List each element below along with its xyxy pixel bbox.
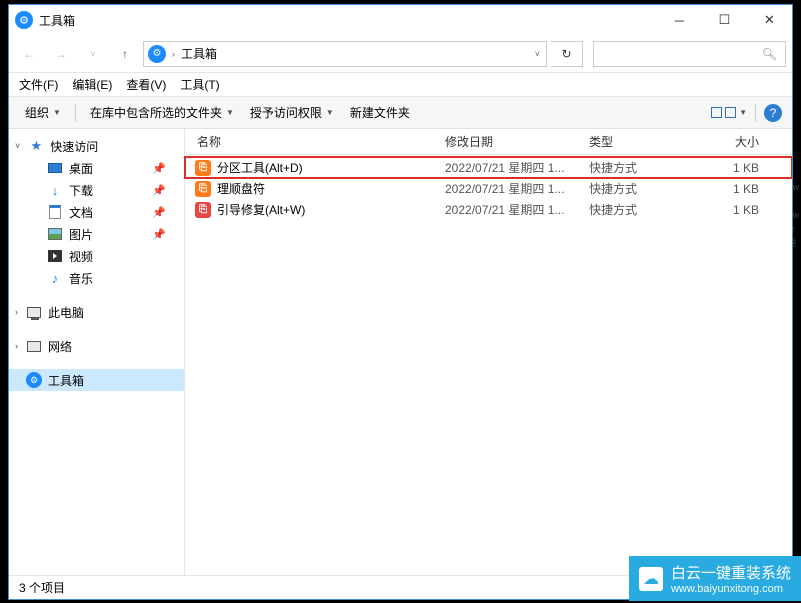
expand-icon[interactable]: › [15, 307, 18, 317]
toolbar: 组织 ▼ 在库中包含所选的文件夹 ▼ 授予访问权限 ▼ 新建文件夹 ▼ ? [9, 97, 792, 129]
watermark-text: 白云一键重装系统 [671, 562, 791, 583]
file-type: 快捷方式 [589, 159, 697, 176]
desktop-icon [47, 160, 63, 176]
chevron-down-icon[interactable]: ˅ [533, 49, 542, 59]
file-row[interactable]: ⎘ 引导修复(Alt+W) 2022/07/21 星期四 1...快捷方式1 KB [185, 199, 792, 220]
file-icon: ⎘ [195, 160, 211, 176]
sidebar-desktop[interactable]: 桌面 📌 [9, 157, 184, 179]
file-row[interactable]: ⎘ 分区工具(Alt+D) 2022/07/21 星期四 1...快捷方式1 KB [185, 157, 792, 178]
watermark-icon: ☁ [639, 567, 663, 591]
file-name: 分区工具(Alt+D) [217, 159, 303, 176]
file-icon: ⎘ [195, 181, 211, 197]
menu-file[interactable]: 文件(F) [19, 76, 58, 93]
document-icon [47, 204, 63, 220]
video-icon [47, 248, 63, 264]
close-button[interactable]: ✕ [747, 6, 792, 35]
view-options-button[interactable]: ▼ [711, 107, 747, 118]
back-button[interactable]: ← [15, 40, 43, 68]
nav-bar: ← → ˅ ↑ ⚙ › 工具箱 ˅ ↻ 🔍︎ [9, 35, 792, 73]
nav-sidebar: ˅ ★ 快速访问 桌面 📌 ↓ 下载 📌 文档 📌 图片 [9, 129, 185, 575]
file-area: 名称 修改日期 类型 大小 ⎘ 分区工具(Alt+D) 2022/07/21 星期四… [185, 129, 792, 575]
pin-icon: 📌 [152, 206, 166, 219]
organize-button[interactable]: 组织 ▼ [19, 97, 67, 128]
expand-icon[interactable]: ˅ [15, 141, 20, 151]
pin-icon: 📌 [152, 162, 166, 175]
sidebar-toolbox[interactable]: › ⚙ 工具箱 [9, 369, 184, 391]
up-button[interactable]: ↑ [111, 40, 139, 68]
refresh-button[interactable]: ↻ [551, 41, 583, 67]
pin-icon: 📌 [152, 228, 166, 241]
access-button[interactable]: 授予访问权限 ▼ [244, 97, 340, 128]
chevron-right-icon: › [170, 49, 177, 59]
watermark-url: www.baiyunxitong.com [671, 583, 791, 595]
file-icon: ⎘ [195, 202, 211, 218]
file-list[interactable]: ⎘分区工具(Alt+D)2022/07/21 星期四 1...快捷方式1 KB⎘… [185, 155, 792, 575]
sidebar-network[interactable]: › 网络 [9, 335, 184, 357]
window-title: 工具箱 [39, 12, 75, 29]
music-icon: ♪ [47, 270, 63, 286]
forward-button[interactable]: → [47, 40, 75, 68]
content-area: ˅ ★ 快速访问 桌面 📌 ↓ 下载 📌 文档 📌 图片 [9, 129, 792, 575]
col-date[interactable]: 修改日期 [445, 133, 589, 150]
file-row[interactable]: ⎘ 理顺盘符 2022/07/21 星期四 1...快捷方式1 KB [185, 178, 792, 199]
pin-icon: 📌 [152, 184, 166, 197]
network-icon [26, 338, 42, 354]
file-date: 2022/07/21 星期四 1... [445, 159, 589, 176]
file-name: 理顺盘符 [217, 180, 265, 197]
sidebar-downloads[interactable]: ↓ 下载 📌 [9, 179, 184, 201]
file-type: 快捷方式 [589, 180, 697, 197]
chevron-down-icon: ▼ [326, 108, 334, 117]
file-size: 1 KB [697, 161, 769, 175]
file-name: 引导修复(Alt+W) [217, 201, 305, 218]
file-size: 1 KB [697, 203, 769, 217]
sidebar-music[interactable]: ♪ 音乐 [9, 267, 184, 289]
expand-icon[interactable]: › [15, 341, 18, 351]
search-input[interactable]: 🔍︎ [593, 41, 786, 67]
pc-icon [26, 304, 42, 320]
menu-bar: 文件(F) 编辑(E) 查看(V) 工具(T) [9, 73, 792, 97]
file-type: 快捷方式 [589, 201, 697, 218]
explorer-window: ⚙ 工具箱 ─ ☐ ✕ ← → ˅ ↑ ⚙ › 工具箱 ˅ ↻ 🔍︎ 文件(F)… [8, 4, 793, 600]
new-folder-button[interactable]: 新建文件夹 [344, 97, 416, 128]
watermark: ☁ 白云一键重装系统 www.baiyunxitong.com [629, 556, 801, 601]
col-type[interactable]: 类型 [589, 133, 697, 150]
column-headers: 名称 修改日期 类型 大小 [185, 129, 792, 155]
include-button[interactable]: 在库中包含所选的文件夹 ▼ [84, 97, 240, 128]
file-date: 2022/07/21 星期四 1... [445, 180, 589, 197]
chevron-down-icon: ▼ [53, 108, 61, 117]
maximize-button[interactable]: ☐ [702, 6, 747, 35]
col-name[interactable]: 名称 [185, 133, 445, 150]
location-icon: ⚙ [148, 45, 166, 63]
recent-dropdown[interactable]: ˅ [79, 40, 107, 68]
item-count: 3 个项目 [19, 579, 65, 596]
sidebar-quick-access[interactable]: ˅ ★ 快速访问 [9, 135, 184, 157]
sidebar-documents[interactable]: 文档 📌 [9, 201, 184, 223]
title-bar[interactable]: ⚙ 工具箱 ─ ☐ ✕ [9, 5, 792, 35]
download-icon: ↓ [47, 182, 63, 198]
breadcrumb-label[interactable]: 工具箱 [181, 45, 217, 62]
file-date: 2022/07/21 星期四 1... [445, 201, 589, 218]
sidebar-pictures[interactable]: 图片 📌 [9, 223, 184, 245]
picture-icon [47, 226, 63, 242]
menu-view[interactable]: 查看(V) [126, 76, 166, 93]
star-icon: ★ [28, 138, 44, 154]
minimize-button[interactable]: ─ [657, 6, 702, 35]
sidebar-videos[interactable]: 视频 [9, 245, 184, 267]
col-size[interactable]: 大小 [697, 133, 769, 150]
app-icon: ⚙ [15, 11, 33, 29]
menu-tools[interactable]: 工具(T) [180, 76, 219, 93]
search-icon: 🔍︎ [762, 47, 777, 61]
menu-edit[interactable]: 编辑(E) [72, 76, 112, 93]
file-size: 1 KB [697, 182, 769, 196]
chevron-down-icon: ▼ [739, 108, 747, 117]
help-button[interactable]: ? [764, 104, 782, 122]
sidebar-this-pc[interactable]: › 此电脑 [9, 301, 184, 323]
chevron-down-icon: ▼ [226, 108, 234, 117]
toolbox-icon: ⚙ [26, 372, 42, 388]
address-bar[interactable]: ⚙ › 工具箱 ˅ [143, 41, 547, 67]
